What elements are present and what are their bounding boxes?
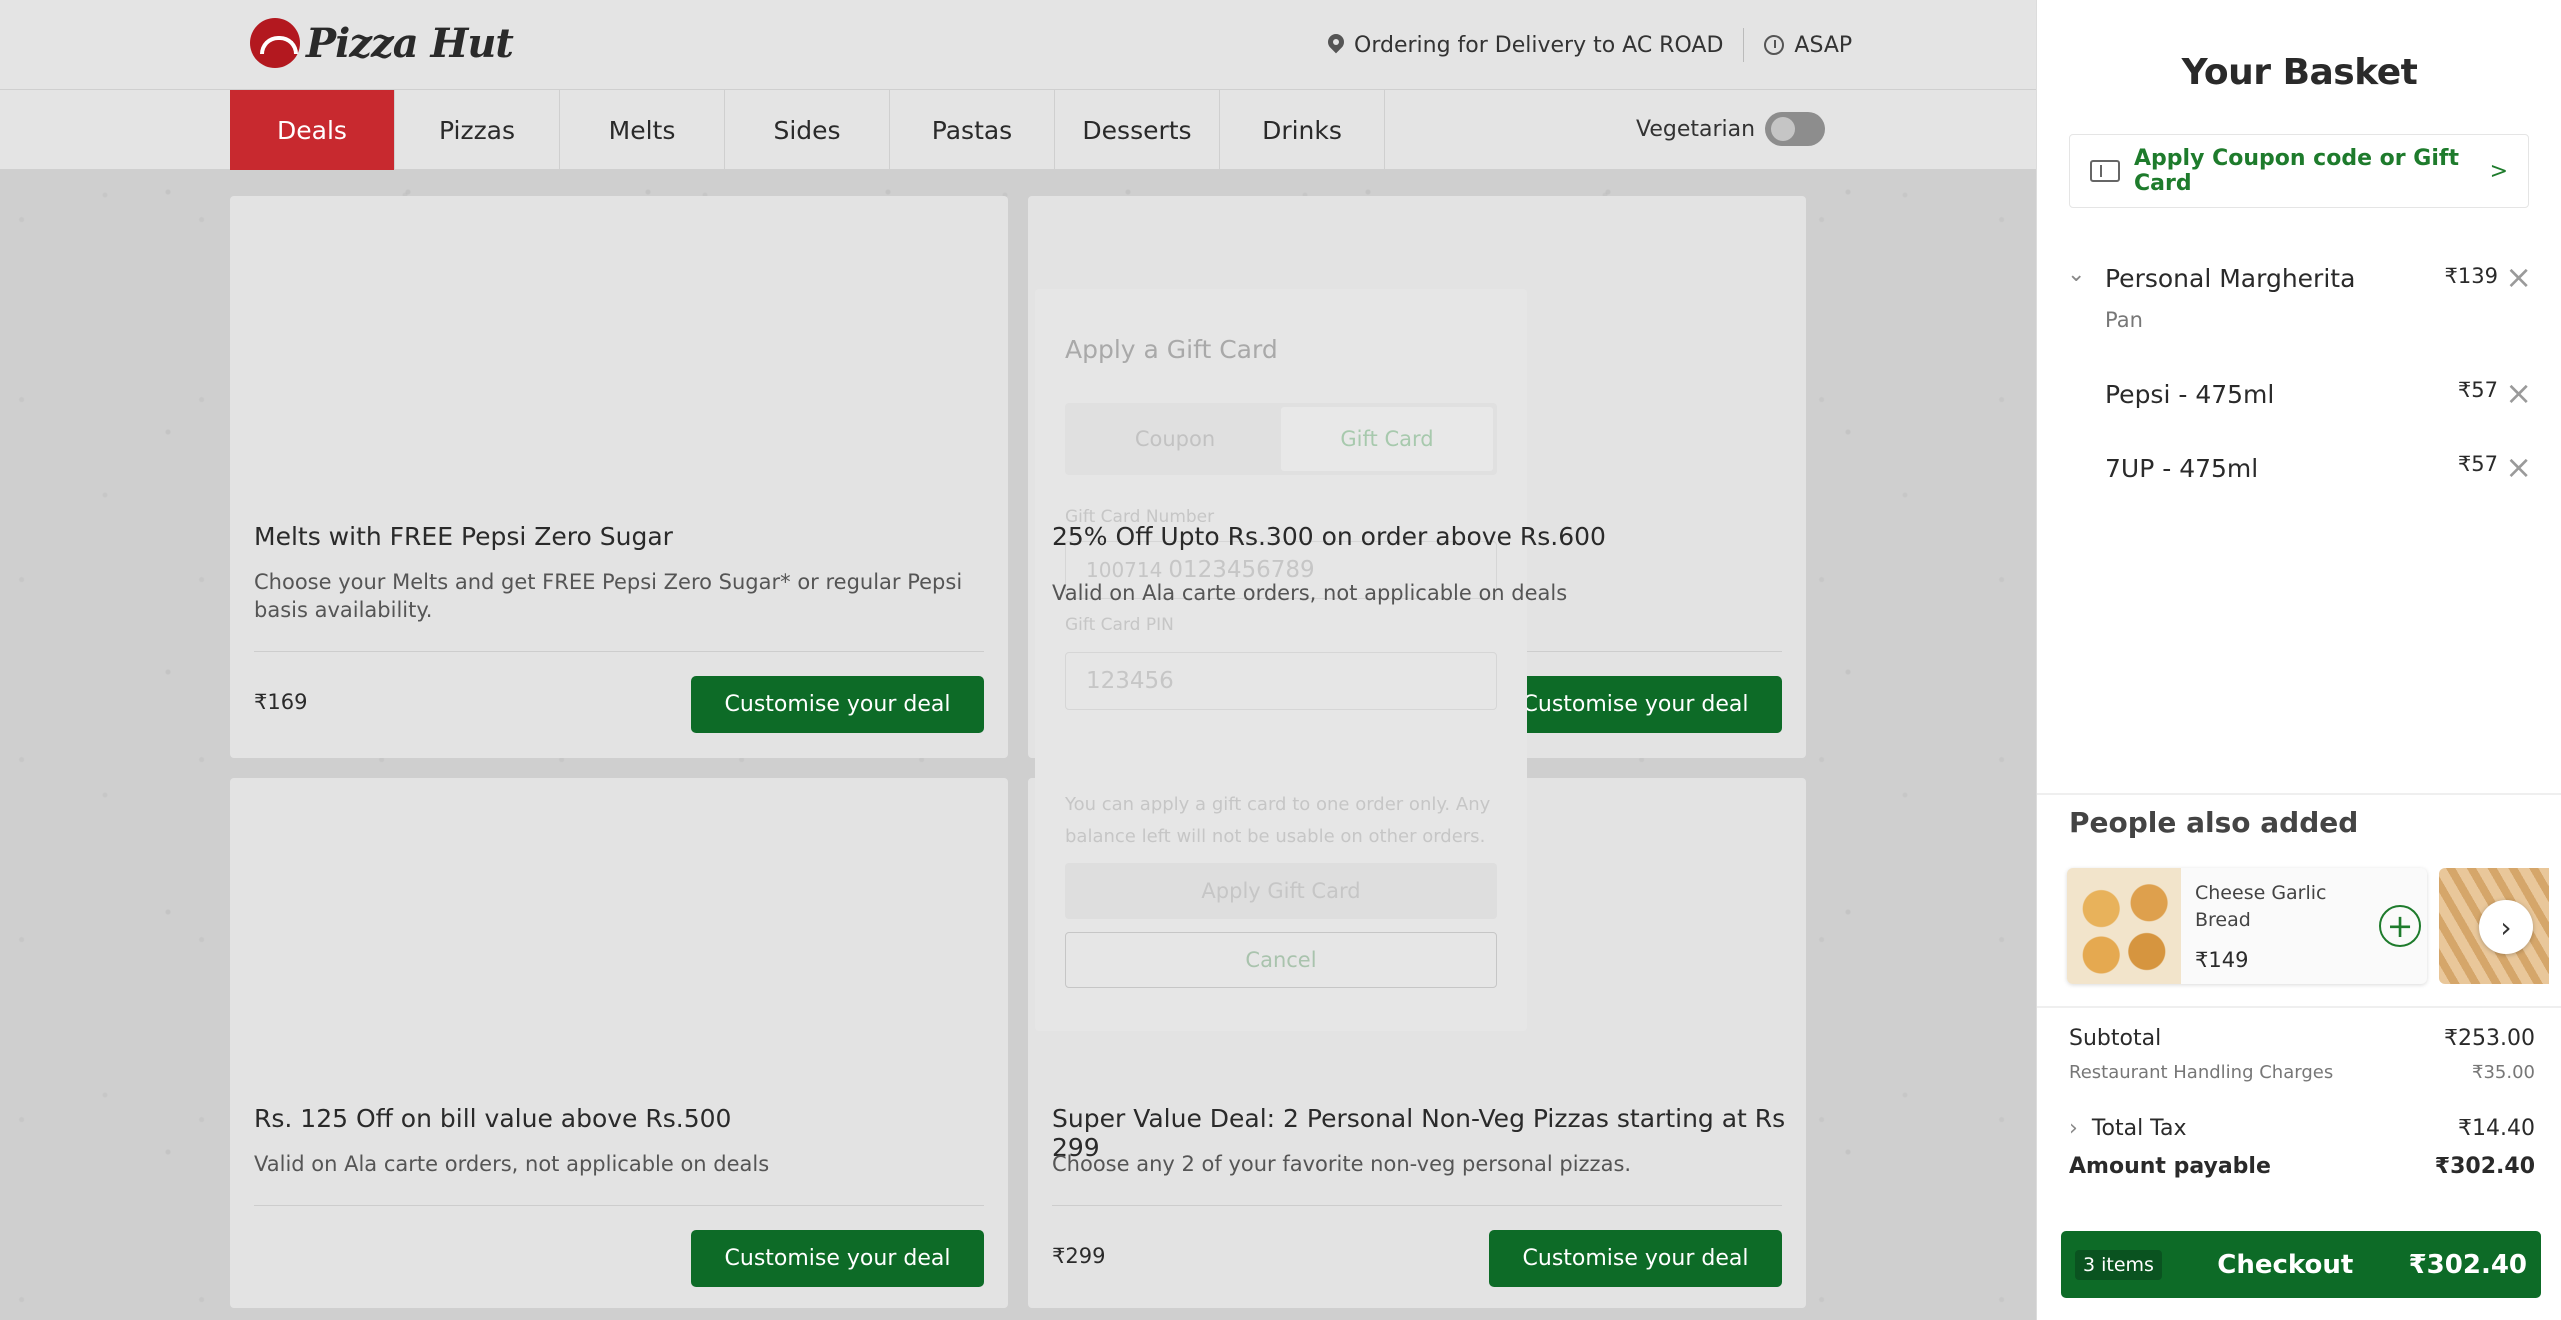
category-nav: Deals Pizzas Melts Sides Pastas Desserts… — [0, 90, 2036, 170]
deal-card-melts: Melts with FREE Pepsi Zero Sugar Choose … — [230, 196, 1008, 758]
logo-text: Pizza Hut — [306, 19, 514, 67]
deal-description: Valid on Ala carte orders, not applicabl… — [1052, 581, 1568, 605]
nav-item-melts[interactable]: Melts — [560, 90, 725, 170]
expand-chevron-icon[interactable]: ⌄ — [2067, 262, 2085, 287]
deal-price: ₹299 — [1052, 1244, 1106, 1268]
card-number-placeholder: 0123456789 — [1168, 557, 1315, 583]
tax-row[interactable]: › Total Tax ₹14.40 — [2069, 1116, 2535, 1141]
modal-title: Apply a Gift Card — [1065, 335, 1278, 364]
tab-gift-card[interactable]: Gift Card — [1281, 407, 1493, 471]
cancel-button[interactable]: Cancel — [1065, 932, 1497, 988]
chevron-right-icon: › — [2069, 1116, 2078, 1141]
vegetarian-label: Vegetarian — [1636, 116, 1756, 142]
card-number-prefix: 100714 — [1086, 558, 1163, 582]
section-divider — [2037, 793, 2561, 795]
card-divider — [254, 651, 984, 652]
apply-coupon-text: Apply Coupon code or Gift Card — [2134, 146, 2459, 196]
deal-description: Choose your Melts and get FREE Pepsi Zer… — [254, 570, 963, 622]
gift-card-note: You can apply a gift card to one order o… — [1065, 794, 1491, 847]
tax-label: Total Tax — [2091, 1116, 2187, 1141]
payable-value: ₹302.40 — [2434, 1154, 2535, 1179]
remove-item-icon[interactable]: × — [2505, 451, 2532, 483]
delivery-info[interactable]: Ordering for Delivery to AC ROAD ASAP — [1328, 28, 1852, 62]
handling-value: ₹35.00 — [2472, 1062, 2535, 1083]
nav-item-drinks[interactable]: Drinks — [1220, 90, 1385, 170]
remove-item-icon[interactable]: × — [2505, 261, 2532, 293]
divider — [1743, 28, 1745, 62]
delivery-time: ASAP — [1794, 32, 1853, 58]
item-price: ₹57 — [2457, 452, 2498, 476]
gift-card-pin-field[interactable]: 123456 — [1065, 652, 1497, 710]
handling-label: Restaurant Handling Charges — [2069, 1062, 2334, 1083]
add-plus-icon[interactable]: + — [2379, 905, 2421, 947]
checkout-total: ₹302.40 — [2408, 1249, 2527, 1280]
item-variant: Pan — [2105, 308, 2143, 332]
basket-title: Your Basket — [2181, 52, 2418, 93]
payable-label: Amount payable — [2069, 1154, 2271, 1179]
cheese-garlic-bread-image — [2067, 868, 2181, 984]
tax-label-wrap: › Total Tax — [2069, 1116, 2186, 1141]
deal-title: Melts with FREE Pepsi Zero Sugar — [254, 522, 673, 551]
customise-deal-button[interactable]: Customise your deal — [691, 676, 984, 733]
carousel-next-icon[interactable]: › — [2479, 900, 2533, 954]
suggestion-name: Cheese Garlic Bread — [2195, 882, 2327, 931]
top-header: Pizza Hut Ordering for Delivery to AC RO… — [0, 0, 2036, 90]
nav-item-deals[interactable]: Deals — [230, 90, 395, 170]
card-divider — [1052, 1205, 1782, 1206]
item-price: ₹139 — [2444, 264, 2498, 288]
gift-card-pin-label: Gift Card PIN — [1065, 615, 1174, 635]
deal-title: 25% Off Upto Rs.300 on order above Rs.60… — [1052, 522, 1606, 551]
pizza-hut-logo[interactable]: Pizza Hut — [250, 18, 514, 68]
suggestion-price: ₹149 — [2195, 948, 2249, 972]
location-pin-icon — [1328, 34, 1344, 56]
card-divider — [254, 1205, 984, 1206]
deal-description: Valid on Ala carte orders, not applicabl… — [254, 1152, 770, 1176]
clock-icon — [1764, 35, 1785, 55]
vegetarian-filter: Vegetarian — [1636, 112, 1826, 146]
handling-row: Restaurant Handling Charges ₹35.00 — [2069, 1062, 2535, 1083]
checkout-button[interactable]: 3 items Checkout ₹302.40 — [2061, 1231, 2541, 1298]
gift-card-modal: Apply a Gift Card Coupon Gift Card Gift … — [1035, 289, 1527, 1031]
basket-item: Pepsi - 475ml ₹57 × — [2037, 377, 2561, 418]
suggestion-card[interactable]: Cheese Garlic Bread ₹149 + — [2067, 868, 2427, 984]
item-name: 7UP - 475ml — [2105, 454, 2259, 483]
customise-deal-button[interactable]: Customise your deal — [1489, 1230, 1782, 1287]
chevron-right-icon: > — [2489, 158, 2508, 184]
pizza-hut-roof-icon — [250, 18, 300, 68]
vegetarian-toggle[interactable] — [1765, 112, 1826, 146]
people-also-added-title: People also added — [2069, 806, 2359, 839]
customise-deal-button[interactable]: Customise your deal — [691, 1230, 984, 1287]
ticket-icon — [2090, 160, 2120, 182]
item-name: Pepsi - 475ml — [2105, 380, 2275, 409]
subtotal-label: Subtotal — [2069, 1026, 2162, 1051]
deal-card-125-off: Rs. 125 Off on bill value above Rs.500 V… — [230, 778, 1008, 1308]
item-price: ₹57 — [2457, 378, 2498, 402]
tax-value: ₹14.40 — [2458, 1116, 2535, 1141]
remove-item-icon[interactable]: × — [2505, 377, 2532, 409]
delivery-text: Ordering for Delivery to AC ROAD — [1354, 32, 1724, 58]
nav-item-pastas[interactable]: Pastas — [890, 90, 1055, 170]
customise-deal-button[interactable]: Customise your deal — [1489, 676, 1782, 733]
checkout-label: Checkout — [2217, 1249, 2354, 1280]
nav-item-pizzas[interactable]: Pizzas — [395, 90, 560, 170]
subtotal-value: ₹253.00 — [2444, 1026, 2535, 1051]
item-name: Personal Margherita — [2105, 264, 2356, 293]
nav-item-sides[interactable]: Sides — [725, 90, 890, 170]
subtotal-row: Subtotal ₹253.00 — [2069, 1026, 2535, 1051]
payable-row: Amount payable ₹302.40 — [2069, 1154, 2535, 1179]
deal-description: Choose any 2 of your favorite non-veg pe… — [1052, 1152, 1632, 1176]
basket-item: 7UP - 475ml ₹57 × — [2037, 451, 2561, 492]
deal-title: Rs. 125 Off on bill value above Rs.500 — [254, 1104, 732, 1133]
section-divider — [2037, 1006, 2561, 1008]
apply-gift-card-button[interactable]: Apply Gift Card — [1065, 863, 1497, 919]
basket-panel: Your Basket Apply Coupon code or Gift Ca… — [2036, 0, 2561, 1320]
deal-price: ₹169 — [254, 690, 308, 714]
coupon-giftcard-tabs: Coupon Gift Card — [1065, 403, 1497, 475]
apply-coupon-bar[interactable]: Apply Coupon code or Gift Card > — [2069, 134, 2529, 208]
nav-item-desserts[interactable]: Desserts — [1055, 90, 1220, 170]
basket-item: ⌄ Personal Margherita Pan ₹139 × — [2037, 261, 2561, 342]
tab-coupon[interactable]: Coupon — [1069, 407, 1281, 471]
items-count-badge: 3 items — [2075, 1249, 2162, 1280]
